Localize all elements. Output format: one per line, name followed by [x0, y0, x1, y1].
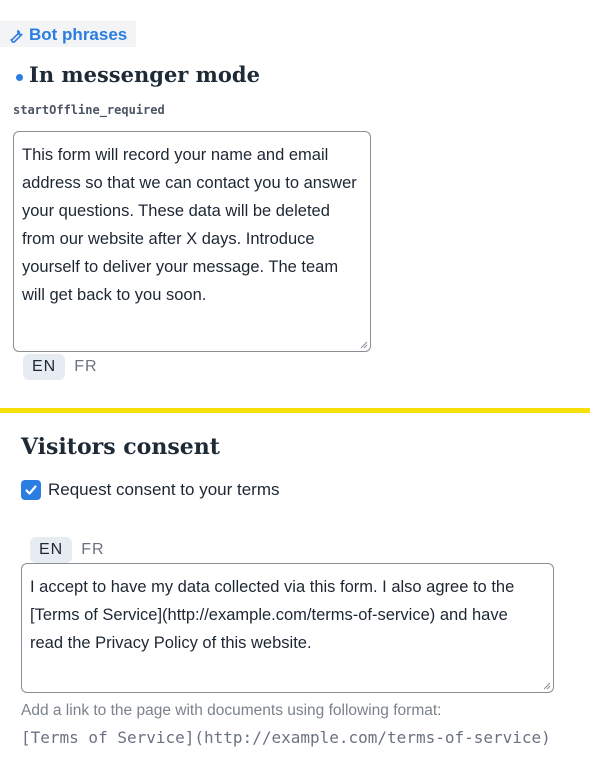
consent-checkbox-label[interactable]: Request consent to your terms — [48, 480, 280, 500]
section-bullet — [16, 74, 23, 81]
checkmark-icon — [25, 485, 37, 495]
messenger-language-tabs: EN FR — [23, 354, 107, 380]
wrench-icon — [10, 29, 23, 43]
messenger-mode-title: In messenger mode — [29, 62, 260, 87]
bot-phrases-label: Bot phrases — [29, 25, 128, 44]
resize-grip-icon[interactable] — [543, 682, 551, 690]
phrase-key-label: startOffline_required — [13, 103, 165, 117]
bot-phrases-header[interactable]: Bot phrases — [0, 21, 136, 47]
consent-text: I accept to have my data collected via t… — [30, 578, 515, 652]
tab-en[interactable]: EN — [30, 537, 73, 563]
visitors-consent-title: Visitors consent — [21, 434, 220, 460]
consent-link-hint: Add a link to the page with documents us… — [21, 702, 442, 719]
tab-fr[interactable]: FR — [72, 537, 113, 563]
offline-message-textarea[interactable]: This form will record your name and emai… — [13, 131, 371, 352]
consent-text-textarea[interactable]: I accept to have my data collected via t… — [21, 563, 554, 693]
consent-language-tabs: EN FR — [30, 537, 114, 563]
consent-link-format: [Terms of Service](http://example.com/te… — [21, 728, 551, 747]
tab-en[interactable]: EN — [23, 354, 66, 380]
offline-message-text: This form will record your name and emai… — [22, 146, 357, 304]
consent-checkbox[interactable] — [21, 480, 41, 500]
section-divider — [0, 408, 590, 413]
tab-fr[interactable]: FR — [65, 354, 106, 380]
resize-grip-icon[interactable] — [360, 341, 368, 349]
